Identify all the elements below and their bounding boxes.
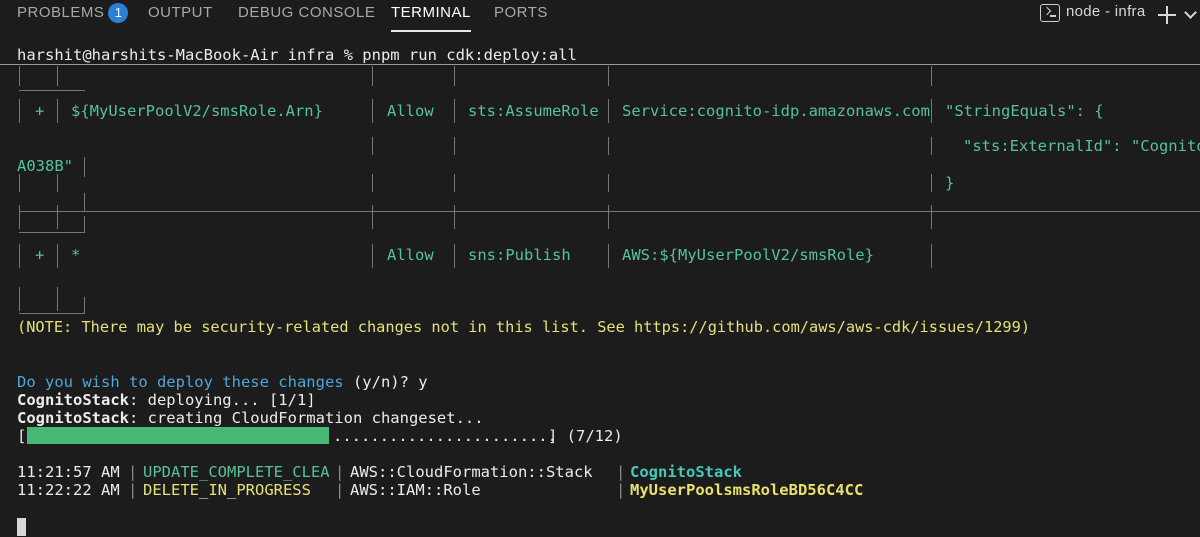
row1-condition-close: } bbox=[945, 174, 955, 192]
event-time: 11:21:57 AM bbox=[17, 463, 120, 481]
tab-problems[interactable]: PROBLEMS 1 bbox=[17, 3, 129, 27]
separator: | bbox=[128, 463, 138, 481]
prompt-line: harshit@harshits-MacBook-Air infra % pnp… bbox=[17, 46, 577, 64]
tab-output[interactable]: OUTPUT bbox=[148, 3, 213, 27]
row1-condition-open: "StringEquals": { bbox=[945, 102, 1104, 120]
tab-terminal[interactable]: TERMINAL bbox=[391, 3, 471, 32]
separator: | bbox=[616, 481, 626, 499]
scroll-divider bbox=[0, 64, 1200, 65]
row2-effect: Allow bbox=[387, 246, 434, 264]
tab-output-label: OUTPUT bbox=[148, 4, 213, 21]
stack-label: CognitoStack bbox=[17, 409, 129, 427]
chevron-down-icon[interactable] bbox=[1184, 6, 1197, 19]
panel-tab-bar: PROBLEMS 1 OUTPUT DEBUG CONSOLE TERMINAL … bbox=[0, 0, 1200, 32]
event-time: 11:22:22 AM bbox=[17, 481, 120, 499]
deploy-question-text: Do you wish to deploy these changes bbox=[17, 373, 344, 391]
event-status: UPDATE_COMPLETE_CLEA bbox=[143, 463, 330, 481]
row1-effect: Allow bbox=[387, 102, 434, 120]
terminal-cursor bbox=[17, 518, 26, 536]
deploy-question: Do you wish to deploy these changes (y/n… bbox=[17, 373, 428, 391]
event-type: AWS::IAM::Role bbox=[350, 481, 481, 499]
changeset-line: CognitoStack: creating CloudFormation ch… bbox=[17, 409, 484, 427]
separator: | bbox=[128, 481, 138, 499]
row2-principal: AWS:${MyUserPoolV2/smsRole} bbox=[622, 246, 874, 264]
separator: | bbox=[335, 481, 345, 499]
row2-action: sns:Publish bbox=[468, 246, 571, 264]
stack-label: CognitoStack bbox=[17, 391, 129, 409]
row2-resource: * bbox=[71, 246, 81, 264]
active-tab-indicator bbox=[391, 30, 471, 32]
row1-condition-wrap: A038B" bbox=[17, 157, 73, 175]
security-note: (NOTE: There may be security-related cha… bbox=[17, 318, 1031, 336]
deploying-text: : deploying... [1/1] bbox=[128, 391, 316, 409]
tab-debug-console-label: DEBUG CONSOLE bbox=[238, 4, 376, 21]
problems-count-badge: 1 bbox=[108, 3, 129, 23]
event-status: DELETE_IN_PROGRESS bbox=[143, 481, 311, 499]
deploy-question-answer: (y/n)? y bbox=[343, 373, 428, 391]
terminal-icon bbox=[1040, 4, 1060, 22]
separator: | bbox=[335, 463, 345, 481]
progress-count: ] (7/12) bbox=[548, 427, 623, 445]
terminal-name: node - infra bbox=[1066, 3, 1146, 20]
row1-condition-key: "sts:ExternalId": "Cognito bbox=[963, 137, 1200, 155]
event-type: AWS::CloudFormation::Stack bbox=[350, 463, 593, 481]
row1-principal: Service:cognito-idp.amazonaws.com bbox=[622, 102, 930, 120]
event-resource: CognitoStack bbox=[630, 463, 742, 481]
tab-ports[interactable]: PORTS bbox=[494, 3, 548, 27]
row1-action: sts:AssumeRole bbox=[468, 102, 599, 120]
plus-icon[interactable] bbox=[1158, 6, 1176, 24]
tab-problems-label: PROBLEMS bbox=[17, 4, 105, 21]
tab-terminal-label: TERMINAL bbox=[391, 4, 471, 21]
progress-open-bracket: [ bbox=[17, 427, 27, 445]
event-resource: MyUserPoolsmsRoleBD56C4CC bbox=[630, 481, 864, 499]
tab-debug-console[interactable]: DEBUG CONSOLE bbox=[238, 3, 375, 27]
tab-ports-label: PORTS bbox=[494, 4, 548, 21]
row2-sign: + bbox=[35, 246, 45, 264]
row1-sign: + bbox=[35, 102, 45, 120]
changeset-text: : creating CloudFormation changeset... bbox=[128, 409, 484, 427]
progress-dots: ........................ bbox=[333, 427, 557, 445]
deploy-progress-bar bbox=[27, 427, 329, 444]
separator: | bbox=[616, 463, 626, 481]
deploying-line: CognitoStack: deploying... [1/1] bbox=[17, 391, 316, 409]
row1-resource: ${MyUserPoolV2/smsRole.Arn} bbox=[71, 102, 323, 120]
